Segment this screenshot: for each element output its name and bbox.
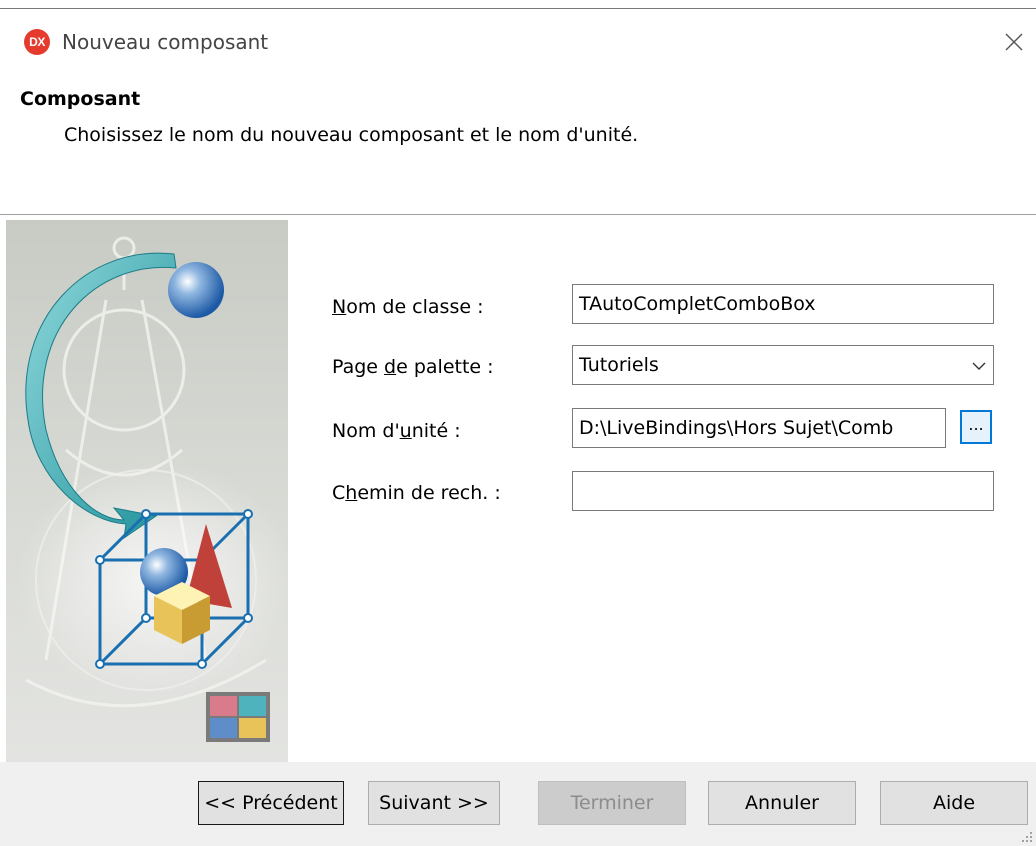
finish-button[interactable]: Terminer <box>538 781 686 825</box>
close-icon <box>1005 33 1023 51</box>
header-separator-highlight <box>0 215 1036 216</box>
unit-name-input[interactable]: D:\LiveBindings\Hors Sujet\Comb <box>572 408 946 448</box>
palette-page-label: Page de palette : <box>332 356 494 378</box>
help-button[interactable]: Aide <box>880 781 1028 825</box>
new-component-dialog: DX Nouveau composant Composant Choisisse… <box>0 0 1036 846</box>
cancel-button[interactable]: Annuler <box>708 781 856 825</box>
search-path-input[interactable] <box>572 471 994 511</box>
header-title: Composant <box>20 88 141 110</box>
component-wizard-image <box>16 236 288 742</box>
window-title: Nouveau composant <box>62 30 269 54</box>
class-name-label: Nom de classe : <box>332 296 484 318</box>
header-description: Choisissez le nom du nouveau composant e… <box>64 124 639 146</box>
unit-name-label: Nom d'unité : <box>332 420 461 442</box>
search-path-label: Chemin de rech. : <box>332 482 501 504</box>
palette-page-dropdown[interactable]: Tutoriels <box>572 345 994 385</box>
browse-button[interactable]: ... <box>960 410 992 444</box>
app-logo-icon: DX <box>24 29 50 55</box>
class-name-input[interactable]: TAutoCompletComboBox <box>572 284 994 324</box>
resize-grip-icon[interactable] <box>1018 828 1034 844</box>
wizard-illustration <box>6 220 288 762</box>
window-top-border <box>0 8 1036 9</box>
next-button[interactable]: Suivant >> <box>368 781 500 825</box>
close-button[interactable] <box>996 24 1032 60</box>
previous-button[interactable]: << Précédent <box>198 781 344 825</box>
palette-grid-icon <box>206 692 270 742</box>
chevron-down-icon <box>972 362 986 370</box>
palette-page-value: Tutoriels <box>579 354 659 376</box>
title-bar: DX Nouveau composant <box>0 10 1036 74</box>
